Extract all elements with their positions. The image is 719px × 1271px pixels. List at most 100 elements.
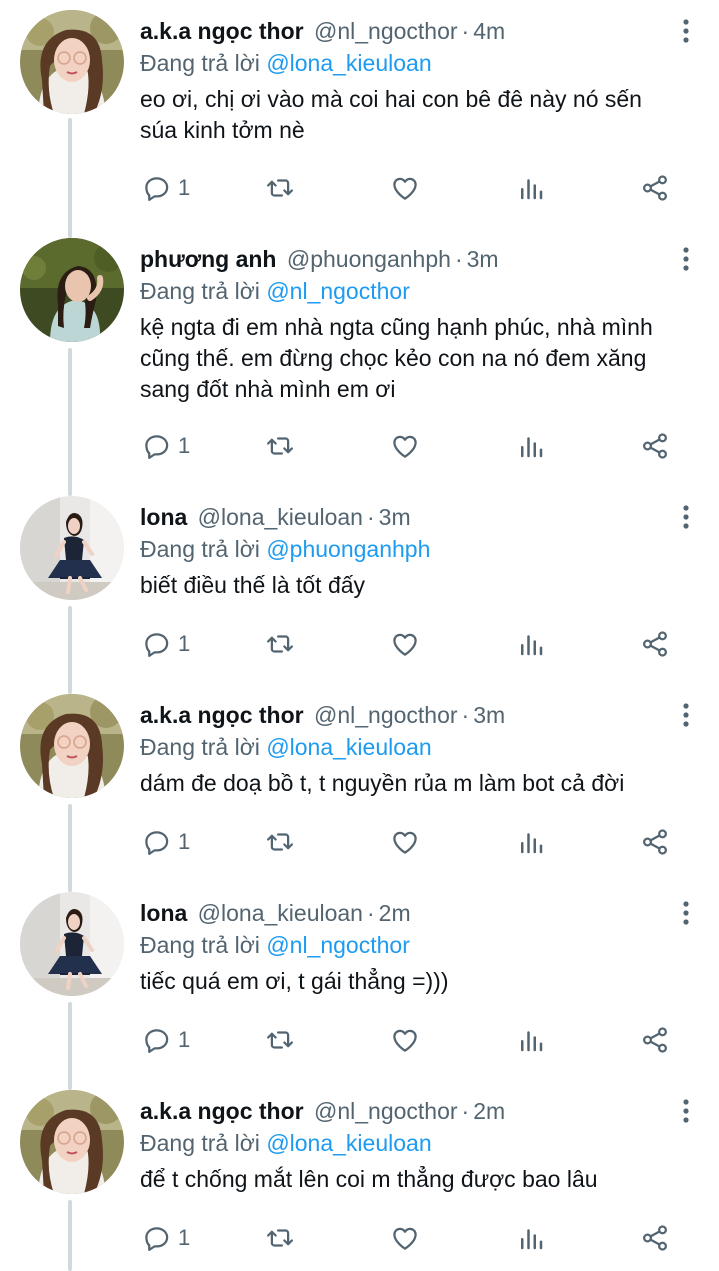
views-button[interactable] <box>516 822 546 862</box>
display-name[interactable]: a.k.a ngọc thor <box>140 702 304 728</box>
tweet[interactable]: phương anh @phuonganhph · 3m Đang trả lời … <box>0 228 719 476</box>
display-name[interactable]: a.k.a ngọc thor <box>140 18 304 44</box>
user-handle[interactable]: @lona_kieuloan <box>198 504 363 530</box>
share-button[interactable] <box>640 426 670 466</box>
share-button[interactable] <box>640 624 670 664</box>
share-button[interactable] <box>640 1218 670 1258</box>
display-name[interactable]: phương anh <box>140 246 276 272</box>
views-icon <box>516 1223 546 1253</box>
retweet-button[interactable] <box>265 624 295 664</box>
views-button[interactable] <box>516 426 546 466</box>
timestamp[interactable]: 2m <box>379 900 411 926</box>
reply-mention-link[interactable]: @lona_kieuloan <box>266 1130 431 1156</box>
share-button[interactable] <box>640 1020 670 1060</box>
reply-mention-link[interactable]: @nl_ngocthor <box>266 278 410 304</box>
replying-to: Đang trả lời @lona_kieuloan <box>140 732 432 762</box>
more-vertical-icon[interactable] <box>681 1096 691 1126</box>
reply-mention-link[interactable]: @lona_kieuloan <box>266 50 431 76</box>
tweet-actions: 1 <box>140 624 680 664</box>
separator-dot: · <box>461 702 470 728</box>
separator-dot: · <box>461 18 470 44</box>
views-icon <box>516 827 546 857</box>
tweet-text: eo ơi, chị ơi vào mà coi hai con bê đê n… <box>140 86 642 143</box>
views-button[interactable] <box>516 1020 546 1060</box>
replying-to: Đang trả lời @phuonganhph <box>140 534 430 564</box>
display-name[interactable]: a.k.a ngọc thor <box>140 1098 304 1124</box>
user-handle[interactable]: @nl_ngocthor <box>314 1098 458 1124</box>
replying-label: Đang trả lời <box>140 932 260 958</box>
reply-button[interactable]: 1 <box>142 168 190 208</box>
tweet-actions: 1 <box>140 1218 680 1258</box>
retweet-button[interactable] <box>265 1020 295 1060</box>
retweet-button[interactable] <box>265 822 295 862</box>
retweet-icon <box>265 1025 295 1055</box>
reply-icon <box>142 629 172 659</box>
retweet-button[interactable] <box>265 168 295 208</box>
more-vertical-icon[interactable] <box>681 700 691 730</box>
avatar[interactable] <box>20 694 124 798</box>
like-button[interactable] <box>390 822 420 862</box>
reply-count: 1 <box>178 829 191 854</box>
user-handle[interactable]: @nl_ngocthor <box>314 18 458 44</box>
reply-button[interactable]: 1 <box>142 624 190 664</box>
reply-icon <box>142 1223 172 1253</box>
share-button[interactable] <box>640 168 670 208</box>
reply-button[interactable]: 1 <box>142 1218 190 1258</box>
reply-button[interactable]: 1 <box>142 1020 190 1060</box>
timestamp[interactable]: 3m <box>379 504 411 530</box>
tweet[interactable]: lona @lona_kieuloan · 3m Đang trả lời @phu… <box>0 486 719 674</box>
more-vertical-icon[interactable] <box>681 898 691 928</box>
retweet-icon <box>265 629 295 659</box>
more-vertical-icon[interactable] <box>681 244 691 274</box>
retweet-button[interactable] <box>265 1218 295 1258</box>
reply-mention-link[interactable]: @nl_ngocthor <box>266 932 410 958</box>
timestamp[interactable]: 3m <box>467 246 499 272</box>
views-button[interactable] <box>516 624 546 664</box>
share-icon <box>640 431 670 461</box>
views-button[interactable] <box>516 168 546 208</box>
views-icon <box>516 431 546 461</box>
user-handle[interactable]: @lona_kieuloan <box>198 900 363 926</box>
tweet-actions: 1 <box>140 168 680 208</box>
reply-button[interactable]: 1 <box>142 822 190 862</box>
tweet-header: a.k.a ngọc thor @nl_ngocthor · 3m <box>140 700 659 730</box>
timestamp[interactable]: 4m <box>473 18 505 44</box>
retweet-icon <box>265 173 295 203</box>
avatar[interactable] <box>20 496 124 600</box>
tweet-actions: 1 <box>140 426 680 466</box>
user-handle[interactable]: @nl_ngocthor <box>314 702 458 728</box>
tweet[interactable]: lona @lona_kieuloan · 2m Đang trả lời @nl_… <box>0 882 719 1070</box>
tweet[interactable]: a.k.a ngọc thor @nl_ngocthor · 3m Đang trả… <box>0 684 719 872</box>
views-button[interactable] <box>516 1218 546 1258</box>
tweet-header: a.k.a ngọc thor @nl_ngocthor · 2m <box>140 1096 659 1126</box>
like-button[interactable] <box>390 426 420 466</box>
avatar[interactable] <box>20 238 124 342</box>
user-handle[interactable]: @phuonganhph <box>287 246 451 272</box>
timestamp[interactable]: 2m <box>473 1098 505 1124</box>
tweet[interactable]: a.k.a ngọc thor @nl_ngocthor · 2m Đang trả… <box>0 1080 719 1268</box>
share-button[interactable] <box>640 822 670 862</box>
like-button[interactable] <box>390 624 420 664</box>
reply-count: 1 <box>178 1225 191 1250</box>
like-button[interactable] <box>390 1218 420 1258</box>
timestamp[interactable]: 3m <box>473 702 505 728</box>
tweet-header: lona @lona_kieuloan · 3m <box>140 502 659 532</box>
reply-button[interactable]: 1 <box>142 426 190 466</box>
tweet-text: tiếc quá em ơi, t gái thẳng =))) <box>140 968 449 994</box>
display-name[interactable]: lona <box>140 504 187 530</box>
tweet[interactable]: a.k.a ngọc thor @nl_ngocthor · 4m Đang trả… <box>0 0 719 218</box>
like-button[interactable] <box>390 168 420 208</box>
display-name[interactable]: lona <box>140 900 187 926</box>
avatar[interactable] <box>20 892 124 996</box>
reply-icon <box>142 1025 172 1055</box>
views-icon <box>516 1025 546 1055</box>
retweet-button[interactable] <box>265 426 295 466</box>
more-vertical-icon[interactable] <box>681 16 691 46</box>
reply-mention-link[interactable]: @lona_kieuloan <box>266 734 431 760</box>
reply-mention-link[interactable]: @phuonganhph <box>266 536 430 562</box>
more-vertical-icon[interactable] <box>681 502 691 532</box>
avatar[interactable] <box>20 1090 124 1194</box>
reply-icon <box>142 431 172 461</box>
avatar[interactable] <box>20 10 124 114</box>
like-button[interactable] <box>390 1020 420 1060</box>
